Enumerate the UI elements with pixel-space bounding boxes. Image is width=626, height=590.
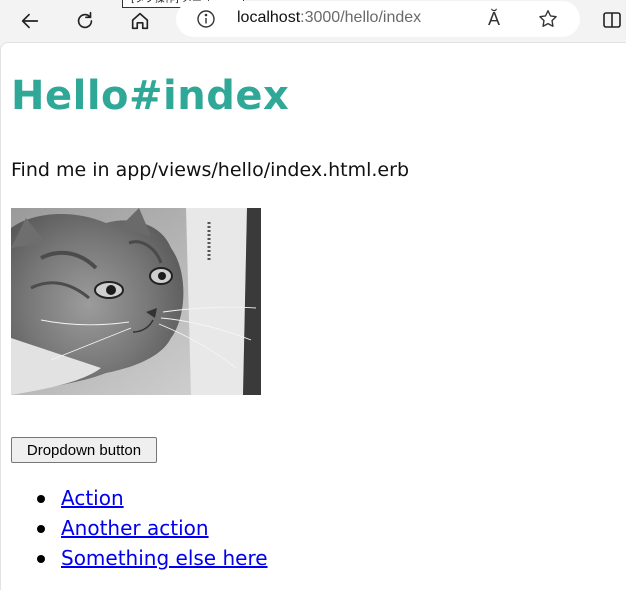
url-text[interactable]: localhost:3000/hello/index	[237, 9, 421, 27]
menu-link-another-action[interactable]: Another action	[61, 516, 209, 540]
list-item: Action	[37, 483, 268, 513]
info-icon[interactable]	[196, 9, 216, 29]
page-text: Find me in app/views/hello/index.html.er…	[11, 159, 409, 181]
page-viewport: Hello#index Find me in app/views/hello/i…	[0, 42, 626, 590]
cat-photo	[11, 208, 261, 395]
address-bar[interactable]: localhost:3000/hello/index Ă	[176, 1, 580, 37]
read-aloud-icon[interactable]: Ă	[488, 9, 500, 30]
page-title: Hello#index	[11, 73, 290, 119]
list-item: Something else here	[37, 543, 268, 573]
reload-icon[interactable]	[70, 6, 100, 36]
list-item: Another action	[37, 513, 268, 543]
menu-link-something-else[interactable]: Something else here	[61, 546, 268, 570]
browser-toolbar: [タブ操作] メニュー localhost:3000/hello/index A…	[0, 0, 626, 42]
dropdown-button[interactable]: Dropdown button	[11, 437, 157, 463]
menu-link-action[interactable]: Action	[61, 486, 124, 510]
favorite-star-icon[interactable]	[537, 8, 559, 30]
home-icon[interactable]	[125, 6, 155, 36]
dropdown-menu: Action Another action Something else her…	[37, 483, 268, 573]
split-screen-icon[interactable]	[600, 8, 624, 32]
back-icon[interactable]	[15, 6, 45, 36]
